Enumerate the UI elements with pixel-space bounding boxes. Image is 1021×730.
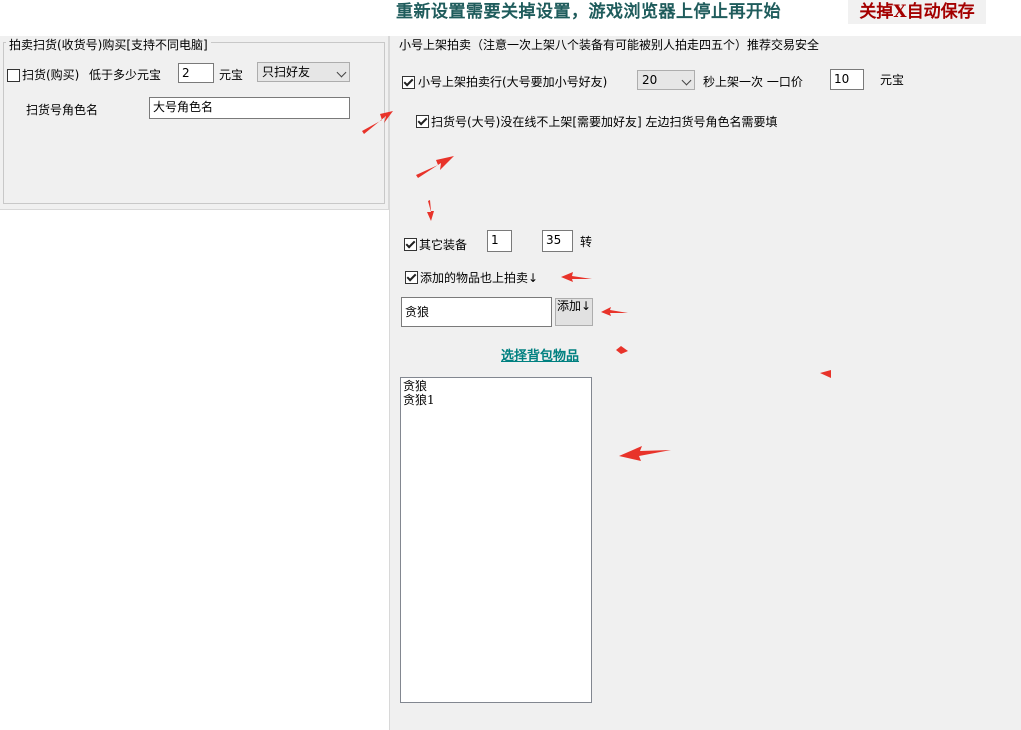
buyout-unit-label: 元宝: [880, 73, 905, 87]
chevron-down-icon: [336, 67, 347, 78]
other-equip-label[interactable]: 其它装备: [419, 236, 467, 253]
scanner-name-input[interactable]: 大号角色名: [149, 97, 350, 119]
added-items-checkbox-box[interactable]: [405, 271, 418, 284]
scan-buy-checkbox-box[interactable]: [7, 69, 20, 82]
alt-auction-checkbox-box[interactable]: [402, 76, 415, 89]
list-item[interactable]: 贪狼1: [403, 393, 589, 407]
price-unit-label: 元宝: [219, 68, 244, 82]
scan-buy-group-title: 拍卖扫货(收货号)购买[支持不同电脑]: [6, 36, 211, 53]
interval-label: 秒上架一次 一口价: [703, 75, 803, 89]
select-bag-items-link-text[interactable]: 选择背包物品: [501, 349, 579, 364]
interval-select[interactable]: 20: [637, 70, 695, 90]
added-items-label[interactable]: 添加的物品也上拍卖↓: [420, 269, 538, 286]
other-equip-checkbox[interactable]: [404, 237, 417, 251]
below-price-label: 低于多少元宝: [89, 68, 162, 82]
close-autosave-button[interactable]: 关掉X自动保存: [848, 0, 986, 24]
friend-filter-select[interactable]: 只扫好友: [257, 62, 350, 82]
chevron-down-icon: [681, 75, 692, 86]
scanner-name-label: 扫货号角色名: [26, 103, 99, 117]
other-equip-max-input[interactable]: 35: [542, 230, 573, 252]
add-item-button[interactable]: 添加↓: [555, 298, 593, 326]
scan-buy-label[interactable]: 扫货(购买): [22, 66, 79, 83]
offline-skip-label[interactable]: 扫货号(大号)没在线不上架[需要加好友] 左边扫货号角色名需要填: [431, 113, 778, 130]
interval-value: 20: [642, 73, 658, 87]
reincarnation-label: 转: [580, 235, 593, 249]
friend-filter-value: 只扫好友: [262, 65, 311, 79]
alt-auction-checkbox[interactable]: [402, 75, 415, 89]
other-equip-checkbox-box[interactable]: [404, 238, 417, 251]
added-items-checkbox[interactable]: [405, 270, 418, 284]
item-listbox[interactable]: 贪狼 贪狼1: [400, 377, 592, 703]
offline-skip-checkbox[interactable]: [416, 114, 429, 128]
alt-auction-group-title: 小号上架拍卖（注意一次上架八个装备有可能被别人拍走四五个）推荐交易安全: [396, 36, 823, 53]
scan-buy-checkbox[interactable]: [7, 68, 20, 82]
alt-auction-panel: 小号上架拍卖（注意一次上架八个装备有可能被别人拍走四五个）推荐交易安全 小号上架…: [389, 36, 1021, 730]
offline-skip-checkbox-box[interactable]: [416, 115, 429, 128]
item-name-input[interactable]: 贪狼: [401, 297, 552, 327]
scan-buy-panel: 拍卖扫货(收货号)购买[支持不同电脑] 扫货(购买) 低于多少元宝 2 元宝 只…: [0, 36, 389, 210]
alt-auction-label[interactable]: 小号上架拍卖行(大号要加小号好友): [418, 73, 607, 90]
list-item[interactable]: 贪狼: [403, 379, 589, 393]
other-equip-min-input[interactable]: 1: [487, 230, 512, 252]
buyout-price-input[interactable]: 10: [830, 69, 864, 90]
max-price-input[interactable]: 2: [178, 63, 214, 83]
restart-notice: 重新设置需要关掉设置，游戏浏览器上停止再开始: [396, 2, 781, 22]
select-bag-items-link[interactable]: 选择背包物品: [501, 345, 579, 364]
